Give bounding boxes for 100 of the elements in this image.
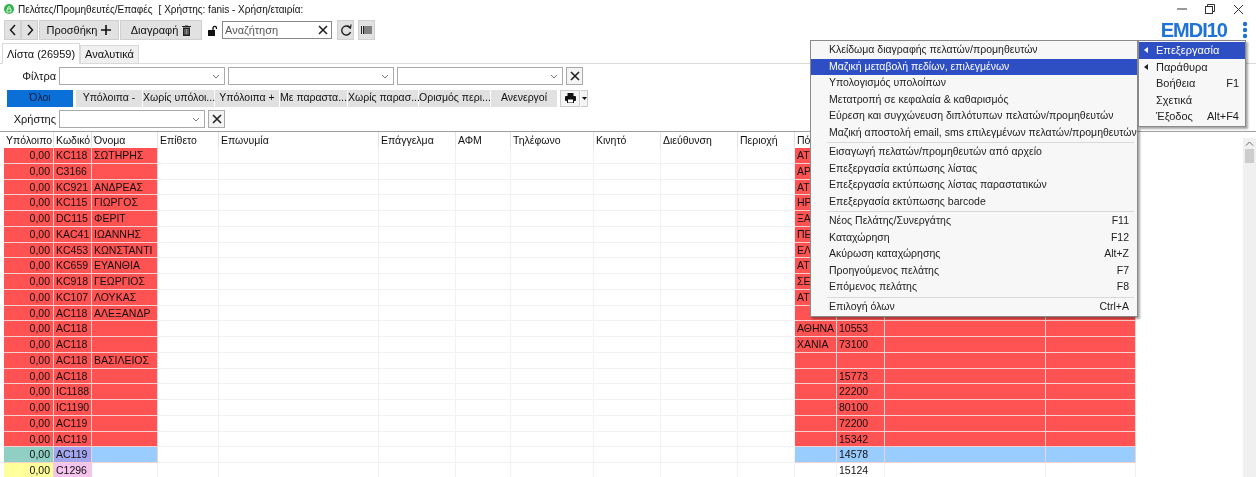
- table-cell: ΦΕΡΙΤ: [92, 211, 158, 227]
- close-icon: [568, 70, 581, 82]
- table-cell: [158, 211, 219, 227]
- delete-button[interactable]: Διαγραφή: [120, 20, 202, 40]
- chevron-right-icon: [25, 24, 34, 36]
- barcode-button[interactable]: [358, 20, 375, 40]
- table-cell: [456, 148, 511, 164]
- table-cell: [158, 258, 219, 274]
- shortcut-label: F11: [1111, 213, 1129, 229]
- user-label: Χρήστης: [12, 111, 57, 127]
- menu-item-label: Επεξεργασία: [1156, 43, 1220, 59]
- table-cell: 0,00: [4, 447, 54, 463]
- search-field[interactable]: Αναζήτηση: [222, 21, 332, 39]
- table-cell: [738, 148, 795, 164]
- table-cell: [738, 337, 795, 353]
- menu-item-label: Κλείδωμα διαγραφής πελατών/προμηθευτών: [829, 42, 1038, 58]
- table-cell: IC1188: [54, 384, 92, 400]
- table-cell: [738, 384, 795, 400]
- filter-button[interactable]: Ανενεργοί: [491, 89, 557, 107]
- back-button[interactable]: [4, 20, 21, 40]
- menu-item-label: Μετατροπή σε κεφαλαία & καθαρισμός: [829, 91, 1009, 107]
- print-button[interactable]: [560, 89, 580, 107]
- table-cell: [738, 274, 795, 290]
- table-cell: [158, 447, 219, 463]
- menu-item[interactable]: Βοήθεια F1: [1139, 75, 1245, 92]
- tab[interactable]: Αναλυτικά: [80, 45, 139, 63]
- filter-button[interactable]: Ορισμός περι...: [419, 89, 490, 107]
- shortcut-label: Alt+Z: [1104, 246, 1129, 262]
- filter-button[interactable]: Με παραστα...: [280, 89, 347, 107]
- submenu-arrow-icon: [1144, 47, 1148, 54]
- close-icon[interactable]: [1233, 3, 1244, 15]
- filter-button[interactable]: Χωρίς υπόλοι...: [143, 89, 214, 107]
- unlocked-padlock-icon[interactable]: [208, 24, 217, 36]
- menu-item[interactable]: Μετατροπή σε κεφαλαία & καθαρισμός: [811, 91, 1137, 108]
- table-cell: [158, 148, 219, 164]
- table-cell: KC918: [54, 274, 92, 290]
- table-cell: [158, 321, 219, 337]
- table-cell: AC118: [54, 321, 92, 337]
- filter-button[interactable]: Υπόλοιπα -: [76, 89, 142, 107]
- table-cell: 14578: [837, 447, 885, 463]
- table-cell: 0,00: [4, 258, 54, 274]
- shortcut-label: F12: [1110, 229, 1129, 245]
- menu-item[interactable]: Μαζική μεταβολή πεδίων, επιλεγμένων: [811, 58, 1137, 75]
- plus-icon: [101, 25, 112, 35]
- table-cell: [158, 337, 219, 353]
- chevron-left-icon: [8, 24, 17, 36]
- table-cell: [158, 195, 219, 211]
- clear-icon[interactable]: [317, 24, 329, 36]
- menu-item-label: Έξοδος: [1156, 109, 1193, 125]
- menu-item[interactable]: Κλείδωμα διαγραφής πελατών/προμηθευτών: [811, 42, 1137, 59]
- table-cell: ΣΩΤΗΡΗΣ: [92, 148, 158, 164]
- logo: EMDI10: [1160, 20, 1227, 40]
- table-cell: DC115: [54, 211, 92, 227]
- add-button[interactable]: Προσθήκη: [39, 20, 119, 40]
- menu-item[interactable]: Σχετικά: [1139, 91, 1245, 109]
- table-cell: 22200: [837, 384, 885, 400]
- table-cell: 0,00: [4, 148, 54, 164]
- table-cell: [738, 211, 795, 227]
- table-cell: [738, 321, 795, 337]
- kebab-menu-icon[interactable]: [1242, 21, 1248, 39]
- refresh-icon: [339, 24, 352, 36]
- table-cell: [738, 258, 795, 274]
- filter-button[interactable]: Χωρίς παρασ...: [348, 89, 418, 107]
- table-cell: KC118: [54, 148, 92, 164]
- scrollbar-thumb[interactable]: [1245, 149, 1254, 163]
- filter-button[interactable]: Υπόλοιπα +: [215, 89, 279, 107]
- app-icon: [4, 4, 14, 14]
- scrollbar[interactable]: [1243, 138, 1256, 477]
- clear-filter-button[interactable]: [566, 67, 583, 85]
- window-subtitle: [ Χρήστης: fanis - Χρήση/εταιρία:: [158, 2, 304, 17]
- clear-filter-button[interactable]: [208, 110, 225, 128]
- restore-icon[interactable]: [1205, 4, 1215, 14]
- table-cell: 0,00: [4, 384, 54, 400]
- table-cell: 0,00: [4, 211, 54, 227]
- print-options-button[interactable]: [581, 89, 588, 107]
- forward-button[interactable]: [21, 20, 38, 40]
- table-cell: 80100: [837, 400, 885, 416]
- menu-item[interactable]: Έξοδος Alt+F4: [1139, 108, 1245, 125]
- menu-item-label: Εύρεση και συγχώνευση διπλότυπων πελατών/προμηθευτών: [829, 108, 1114, 124]
- table-cell: [158, 384, 219, 400]
- menu-item[interactable]: Υπολογισμός υπολοίπων: [811, 75, 1137, 92]
- refresh-button[interactable]: [337, 20, 354, 40]
- shortcut-label: Ctrl+A: [1099, 298, 1129, 314]
- table-cell: ΓΕΩΡΓΙΟΣ: [92, 274, 158, 290]
- table-cell: ΑΘΗΝΑ: [795, 321, 837, 337]
- tab[interactable]: Λίστα (26959): [2, 43, 81, 64]
- table-cell: [594, 148, 661, 164]
- table-cell: 0,00: [4, 463, 54, 477]
- menu-item-label: Παράθυρα: [1156, 59, 1208, 75]
- table-cell: 73100: [837, 337, 885, 353]
- table-cell: 10553: [837, 321, 885, 337]
- table-cell: [738, 400, 795, 416]
- menu-item-label: Σχετικά: [1156, 92, 1192, 108]
- menu-item[interactable]: Επεξεργασία: [1139, 42, 1245, 59]
- table-cell: KC659: [54, 258, 92, 274]
- menu-item[interactable]: Εύρεση και συγχώνευση διπλότυπων πελατών/προμηθευτών: [811, 108, 1137, 125]
- menu-item[interactable]: Παράθυρα: [1139, 58, 1245, 76]
- table-cell: 0,00: [4, 195, 54, 211]
- table-cell: [738, 195, 795, 211]
- menu-item-label: Βοήθεια: [1156, 76, 1196, 92]
